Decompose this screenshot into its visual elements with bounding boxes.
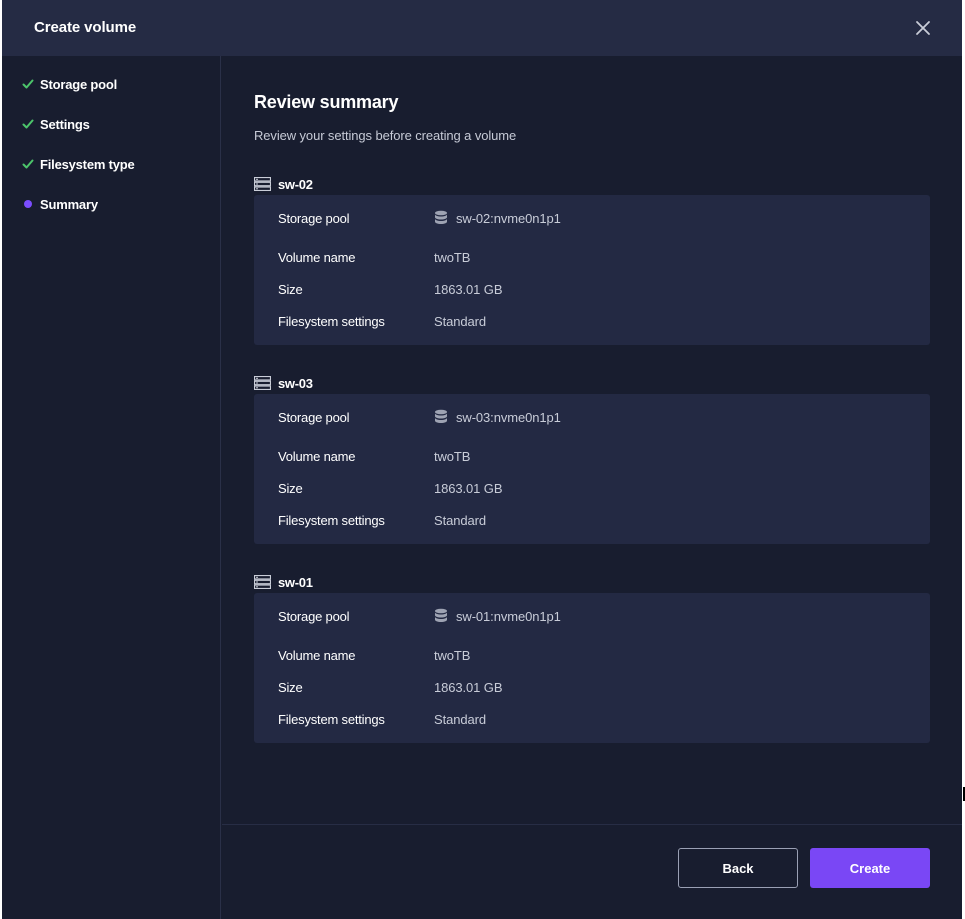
server-icon (254, 575, 271, 589)
row-label: Storage pool (278, 608, 350, 624)
row-value: twoTB (434, 647, 471, 663)
node-summary-card: Storage pool sw-01:nvme0n1p1 Volume name… (254, 593, 930, 743)
row-size: Size 1863.01 GB (278, 479, 908, 497)
database-icon (435, 608, 447, 622)
server-icon (254, 376, 271, 390)
page-subtitle: Review your settings before creating a v… (254, 128, 517, 143)
step-settings[interactable]: Settings (22, 114, 90, 134)
back-button[interactable]: Back (678, 848, 798, 888)
row-label: Size (278, 281, 303, 297)
row-label: Volume name (278, 448, 356, 464)
storage-pool-value: sw-03:nvme0n1p1 (456, 409, 561, 425)
row-size: Size 1863.01 GB (278, 280, 908, 298)
row-filesystem-settings: Filesystem settings Standard (278, 511, 908, 529)
row-volume-name: Volume name twoTB (278, 447, 908, 465)
step-label: Storage pool (40, 76, 118, 92)
row-size: Size 1863.01 GB (278, 678, 908, 696)
row-value: Standard (434, 512, 486, 528)
row-volume-name: Volume name twoTB (278, 248, 908, 266)
step-filesystem-type[interactable]: Filesystem type (22, 154, 135, 174)
row-label: Volume name (278, 249, 356, 265)
row-label: Filesystem settings (278, 512, 385, 528)
dialog-title: Create volume (34, 19, 137, 36)
row-value: sw-03:nvme0n1p1 (434, 409, 561, 425)
check-icon (22, 78, 34, 90)
row-value: Standard (434, 711, 486, 727)
row-value: twoTB (434, 249, 471, 265)
row-value: twoTB (434, 448, 471, 464)
dialog-header: Create volume (2, 0, 962, 56)
footer-divider (222, 824, 962, 825)
row-storage-pool: Storage pool sw-02:nvme0n1p1 (278, 209, 908, 227)
database-icon (435, 409, 447, 423)
row-label: Size (278, 480, 303, 496)
storage-pool-value: sw-02:nvme0n1p1 (456, 210, 561, 226)
node-name: sw-01 (278, 574, 313, 590)
close-button[interactable] (912, 17, 934, 39)
node-name: sw-03 (278, 375, 313, 391)
node-name: sw-02 (278, 176, 313, 192)
row-label: Filesystem settings (278, 711, 385, 727)
step-storage-pool[interactable]: Storage pool (22, 74, 117, 94)
dot-icon (22, 198, 34, 210)
server-icon (254, 177, 271, 191)
row-label: Filesystem settings (278, 313, 385, 329)
wizard-steps-sidebar: Storage pool Settings Filesystem type Su… (2, 56, 221, 919)
check-icon (22, 118, 34, 130)
step-label: Filesystem type (40, 156, 135, 172)
row-value: 1863.01 GB (434, 281, 503, 297)
row-value: sw-02:nvme0n1p1 (434, 210, 561, 226)
node-header: sw-01 (254, 573, 313, 591)
row-value: 1863.01 GB (434, 679, 503, 695)
create-button[interactable]: Create (810, 848, 930, 888)
storage-pool-value: sw-01:nvme0n1p1 (456, 608, 561, 624)
node-summary-card: Storage pool sw-03:nvme0n1p1 Volume name… (254, 394, 930, 544)
row-filesystem-settings: Filesystem settings Standard (278, 312, 908, 330)
database-icon (435, 210, 447, 224)
row-value: 1863.01 GB (434, 480, 503, 496)
row-label: Size (278, 679, 303, 695)
page-title: Review summary (254, 92, 399, 112)
row-value: Standard (434, 313, 486, 329)
row-volume-name: Volume name twoTB (278, 646, 908, 664)
row-label: Volume name (278, 647, 356, 663)
create-volume-dialog: Create volume Storage pool Settings File… (2, 0, 962, 919)
row-value: sw-01:nvme0n1p1 (434, 608, 561, 624)
row-label: Storage pool (278, 210, 350, 226)
node-header: sw-03 (254, 374, 313, 392)
row-storage-pool: Storage pool sw-03:nvme0n1p1 (278, 408, 908, 426)
check-icon (22, 158, 34, 170)
row-storage-pool: Storage pool sw-01:nvme0n1p1 (278, 607, 908, 625)
step-summary[interactable]: Summary (22, 194, 98, 214)
node-summary-card: Storage pool sw-02:nvme0n1p1 Volume name… (254, 195, 930, 345)
summary-panel: Review summary Review your settings befo… (222, 56, 962, 919)
step-label: Settings (40, 116, 90, 132)
row-filesystem-settings: Filesystem settings Standard (278, 710, 908, 728)
node-header: sw-02 (254, 175, 313, 193)
close-icon (916, 21, 930, 35)
step-label: Summary (40, 196, 98, 212)
row-label: Storage pool (278, 409, 350, 425)
